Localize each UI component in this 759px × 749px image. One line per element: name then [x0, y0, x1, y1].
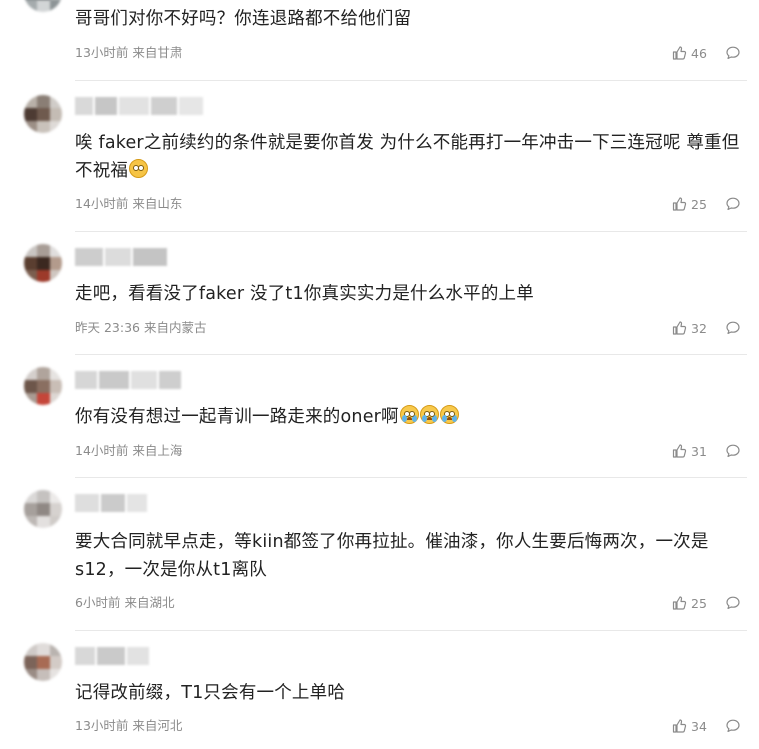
blurred-username[interactable]	[75, 647, 151, 667]
comment-bubble-icon[interactable]	[725, 718, 741, 734]
like-button[interactable]: 31	[671, 443, 709, 459]
like-button[interactable]: 46	[671, 45, 709, 61]
comment-time: 6小时前	[75, 595, 121, 610]
comment-location: 来自湖北	[124, 595, 175, 610]
crying-face-emoji	[439, 405, 459, 424]
comment-location: 来自河北	[132, 718, 183, 733]
thumbs-up-icon	[672, 596, 687, 610]
comment-time: 14小时前	[75, 443, 129, 458]
comment-text: 走吧，看看没了faker 没了t1你真实实力是什么水平的上单	[75, 284, 534, 304]
comment-actions: 34	[671, 717, 741, 735]
crying-face-emoji	[419, 405, 439, 424]
comment-meta: 14小时前 来自山东	[75, 196, 182, 212]
comment-text: 唉 faker之前续约的条件就是要你首发 为什么不能再打一年冲击一下三连冠呢 尊…	[75, 133, 740, 181]
comment-location: 来自山东	[132, 196, 183, 211]
user-avatar[interactable]	[24, 244, 62, 282]
comment-meta: 昨天 23:36 来自内蒙古	[75, 320, 207, 336]
comment-actions: 31	[671, 442, 741, 460]
thumbs-up-icon	[672, 197, 687, 211]
comment-actions: 32	[671, 319, 741, 337]
thumbs-up-icon	[672, 321, 687, 335]
comment-text: 要大合同就早点走，等kiin都签了你再拉扯。催油漆，你人生要后悔两次，一次是s1…	[75, 532, 709, 580]
user-avatar[interactable]	[24, 367, 62, 405]
like-count: 31	[691, 443, 707, 459]
comment-bubble-icon[interactable]	[725, 595, 741, 611]
like-button[interactable]: 25	[671, 595, 709, 611]
like-count: 46	[691, 45, 707, 61]
comment-divider	[75, 354, 747, 355]
comment-bubble-icon[interactable]	[725, 196, 741, 212]
user-avatar[interactable]	[24, 0, 62, 12]
comment-text: 你有没有想过一起青训一路走来的oner啊	[75, 403, 741, 431]
comment-text: 哥哥们对你不好吗？你连退路都不给他们留	[75, 9, 412, 29]
user-avatar[interactable]	[24, 643, 62, 681]
comment-feed: 哥哥们对你不好吗？你连退路都不给他们留 13小时前 来自甘肃 46 唉 fake…	[0, 0, 759, 749]
comment-actions: 46	[671, 44, 741, 62]
user-avatar[interactable]	[24, 95, 62, 133]
comment-meta: 13小时前 来自甘肃	[75, 45, 182, 61]
comment-location: 来自甘肃	[132, 45, 183, 60]
comment-bubble-icon[interactable]	[725, 320, 741, 336]
comment-actions: 25	[671, 195, 741, 213]
comment-time: 13小时前	[75, 718, 129, 733]
like-button[interactable]: 34	[671, 718, 709, 734]
like-count: 25	[691, 595, 707, 611]
thumbs-up-icon	[672, 46, 687, 60]
like-count: 34	[691, 718, 707, 734]
shy-face-emoji	[129, 159, 149, 178]
comment-location: 来自内蒙古	[144, 320, 207, 335]
user-avatar[interactable]	[24, 490, 62, 528]
blurred-username[interactable]	[75, 97, 205, 117]
comment-meta: 14小时前 来自上海	[75, 443, 182, 459]
blurred-username[interactable]	[75, 494, 149, 514]
like-button[interactable]: 25	[671, 196, 709, 212]
thumbs-up-icon	[672, 444, 687, 458]
like-count: 25	[691, 196, 707, 212]
comment-time: 昨天 23:36	[75, 320, 140, 335]
comment-bubble-icon[interactable]	[725, 45, 741, 61]
comment-actions: 25	[671, 594, 741, 612]
comment-time: 14小时前	[75, 196, 129, 211]
comment-time: 13小时前	[75, 45, 129, 60]
blurred-username[interactable]	[75, 371, 183, 391]
blurred-username[interactable]	[75, 248, 169, 268]
comment-divider	[75, 630, 747, 631]
crying-face-emoji	[399, 405, 419, 424]
comment-text: 记得改前缀，T1只会有一个上单哈	[75, 683, 346, 703]
like-count: 32	[691, 320, 707, 336]
comment-divider	[75, 231, 747, 232]
comment-meta: 6小时前 来自湖北	[75, 595, 174, 611]
comment-meta: 13小时前 来自河北	[75, 718, 182, 734]
comment-location: 来自上海	[132, 443, 183, 458]
like-button[interactable]: 32	[671, 320, 709, 336]
comment-bubble-icon[interactable]	[725, 443, 741, 459]
comment-divider	[75, 477, 747, 478]
thumbs-up-icon	[672, 719, 687, 733]
comment-divider	[75, 80, 747, 81]
